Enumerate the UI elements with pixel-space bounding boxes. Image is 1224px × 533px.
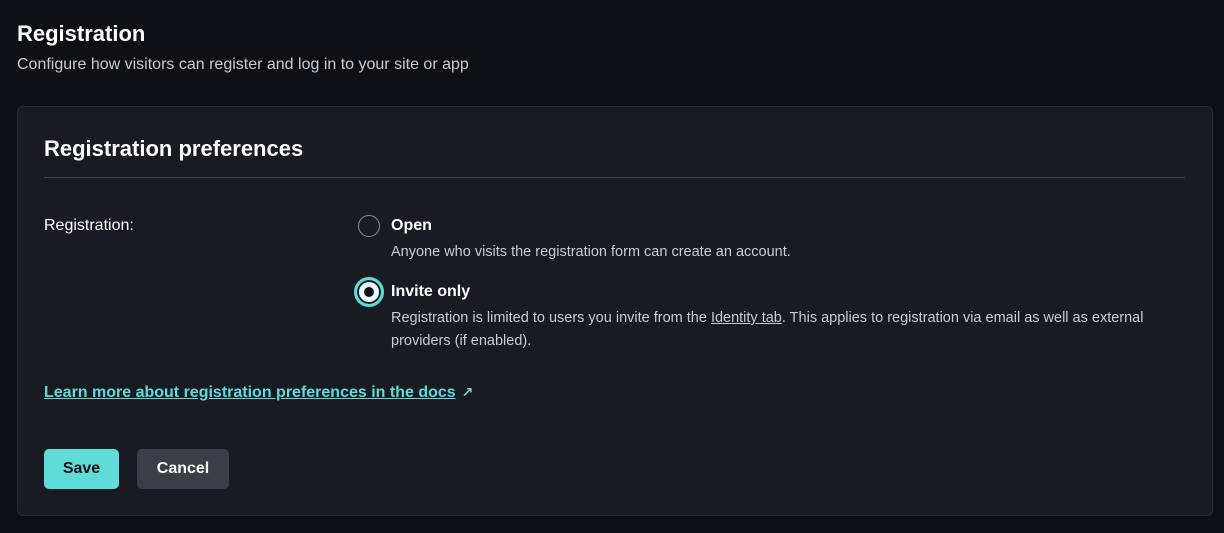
- card-divider: [44, 177, 1185, 178]
- docs-link-label[interactable]: Learn more about registration preference…: [44, 384, 456, 401]
- save-button[interactable]: Save: [44, 449, 119, 489]
- page: Registration Configure how visitors can …: [0, 0, 1224, 76]
- page-subtitle: Configure how visitors can register and …: [17, 56, 469, 73]
- radio-selected-dot: [364, 287, 374, 297]
- description-text-before: Registration is limited to users you inv…: [391, 310, 711, 326]
- radio-invite-only[interactable]: [354, 277, 384, 307]
- docs-link[interactable]: Learn more about registration preference…: [44, 381, 473, 404]
- page-title: Registration: [17, 21, 146, 46]
- option-invite-only-label[interactable]: Invite only: [391, 281, 470, 303]
- registration-preferences-card: Registration preferences Registration: O…: [17, 106, 1213, 516]
- card-title: Registration preferences: [44, 136, 304, 161]
- identity-tab-link[interactable]: Identity tab: [711, 310, 782, 326]
- radio-open[interactable]: [358, 215, 380, 237]
- option-open-description: Anyone who visits the registration form …: [391, 244, 791, 260]
- cancel-button[interactable]: Cancel: [137, 449, 229, 489]
- option-invite-only-description: Registration is limited to users you inv…: [391, 307, 1191, 353]
- external-link-icon: ↗: [461, 384, 474, 400]
- registration-field-label: Registration:: [44, 217, 134, 234]
- option-open-label[interactable]: Open: [391, 215, 432, 237]
